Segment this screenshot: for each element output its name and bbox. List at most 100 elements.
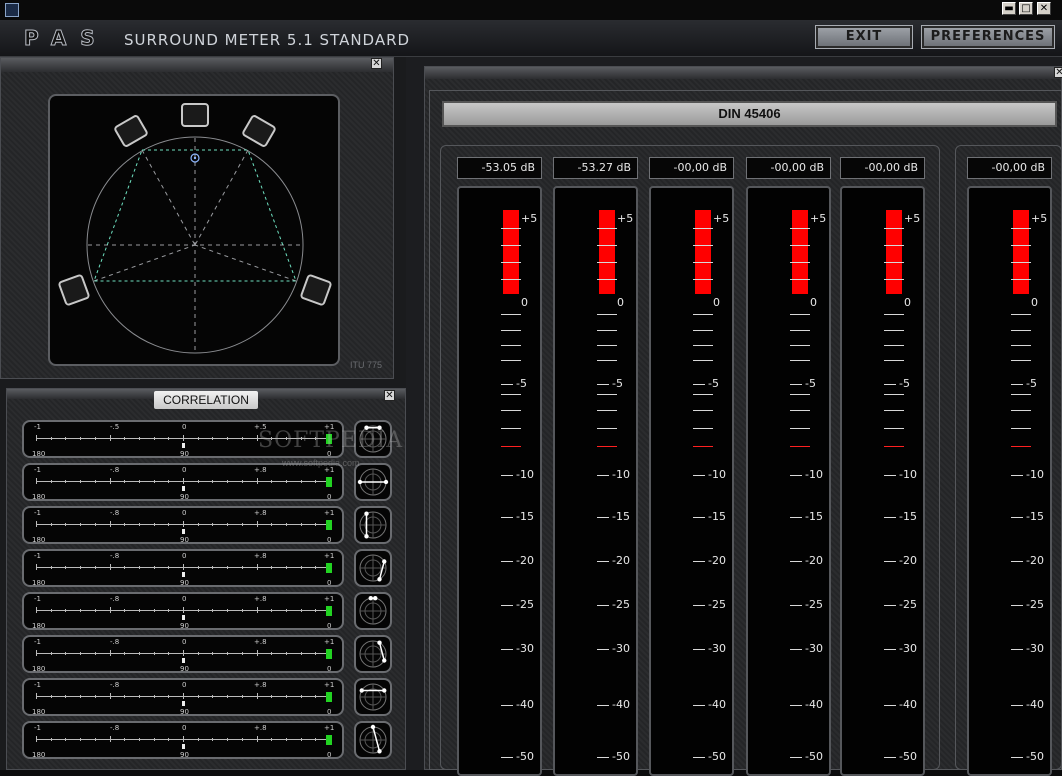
meter-major-tick xyxy=(1011,605,1023,606)
correlation-tick xyxy=(109,521,111,527)
meter-scale-label: -5 xyxy=(708,377,719,390)
meter-major-tick xyxy=(597,517,609,518)
channel-pair-icon[interactable] xyxy=(354,721,392,759)
meter-scale-label: 0 xyxy=(904,296,911,309)
correlation-scale-label: +.8 xyxy=(254,724,267,732)
correlation-tick xyxy=(168,694,170,698)
correlation-tick xyxy=(271,651,273,655)
meter-tick xyxy=(597,428,617,429)
correlation-scale-label: -1 xyxy=(34,466,41,474)
correlation-scale-label: 0 xyxy=(182,595,187,603)
channel-pair-icon[interactable] xyxy=(354,463,392,501)
correlation-tick xyxy=(212,565,214,569)
meter-tick xyxy=(790,345,810,346)
close-window-button[interactable]: ✕ xyxy=(1037,2,1051,15)
surround-panel-close-button[interactable]: ✕ xyxy=(371,58,382,69)
meter-tick xyxy=(597,314,617,315)
correlation-indicator xyxy=(326,692,332,702)
correlation-scale-label: 90 xyxy=(180,450,189,458)
correlation-tick xyxy=(80,522,82,526)
correlation-scale-label: 0 xyxy=(182,466,187,474)
correlation-scale-label: -.8 xyxy=(110,681,120,689)
correlation-tick xyxy=(80,479,82,483)
correlation-center-mark xyxy=(182,744,185,749)
channel-pair-diagram xyxy=(359,683,387,711)
correlation-tick xyxy=(241,694,243,698)
meter-major-tick xyxy=(884,561,896,562)
meter-scale-label: -30 xyxy=(899,642,917,655)
correlation-panel-close-button[interactable]: ✕ xyxy=(384,390,395,401)
correlation-scale-label: -.8 xyxy=(110,595,120,603)
channel-pair-icon[interactable] xyxy=(354,549,392,587)
meter-major-tick xyxy=(597,605,609,606)
correlation-tick xyxy=(212,608,214,612)
level-meter xyxy=(840,186,925,776)
meter-major-tick xyxy=(501,757,513,758)
correlation-tick xyxy=(80,608,82,612)
correlation-tick xyxy=(285,651,287,655)
exit-button[interactable]: EXIT xyxy=(815,25,913,49)
meter-tick xyxy=(597,330,617,331)
channel-pair-icon[interactable] xyxy=(354,506,392,544)
correlation-tick xyxy=(183,478,184,484)
meter-major-tick xyxy=(790,517,802,518)
meter-scale-label: -5 xyxy=(612,377,623,390)
correlation-tick xyxy=(212,737,214,741)
correlation-tick xyxy=(197,737,199,741)
meter-tick xyxy=(884,279,904,280)
correlation-tick xyxy=(168,522,170,526)
correlation-tick xyxy=(80,737,82,741)
correlation-center-mark xyxy=(182,615,185,620)
correlation-center-mark xyxy=(182,529,185,534)
meter-scale-label: -15 xyxy=(708,510,726,523)
correlation-tick xyxy=(212,479,214,483)
meter-major-tick xyxy=(501,705,513,706)
channel-pair-icon[interactable] xyxy=(354,592,392,630)
correlation-scale-label: +.8 xyxy=(254,509,267,517)
correlation-tick xyxy=(109,607,111,613)
correlation-tick xyxy=(138,651,140,655)
meter-tick xyxy=(884,330,904,331)
correlation-scale-label: 180 xyxy=(32,579,46,587)
meter-tick xyxy=(790,410,810,411)
correlation-tick xyxy=(153,694,155,698)
meter-tick xyxy=(693,262,713,263)
meter-tick xyxy=(693,330,713,331)
meter-tick xyxy=(790,330,810,331)
correlation-meter: -1 -.8 0 +.8 +1 180 90 0 xyxy=(22,721,344,759)
channel-pair-icon[interactable] xyxy=(354,635,392,673)
meter-scale-label: -30 xyxy=(612,642,630,655)
meter-tick xyxy=(597,262,617,263)
correlation-tick xyxy=(227,565,229,569)
meter-tick xyxy=(1011,360,1031,361)
correlation-scale-label: 180 xyxy=(32,450,46,458)
meters-panel-close-button[interactable]: ✕ xyxy=(1054,67,1062,78)
meter-tick xyxy=(1011,345,1031,346)
standard-selector[interactable]: DIN 45406 xyxy=(442,101,1057,127)
meter-major-tick xyxy=(790,475,802,476)
preferences-button[interactable]: PREFERENCES xyxy=(921,25,1055,49)
meter-scale-label: -40 xyxy=(612,698,630,711)
correlation-scale-label: 0 xyxy=(182,638,187,646)
meter-tick xyxy=(884,245,904,246)
over-level-bar xyxy=(792,210,808,294)
channel-pair-icon[interactable] xyxy=(354,678,392,716)
correlation-scale-label: +1 xyxy=(324,552,335,560)
meter-scale-label: 0 xyxy=(617,296,624,309)
meter-scale-label: -50 xyxy=(612,750,630,763)
app-icon[interactable] xyxy=(5,3,19,17)
meter-scale-label: -15 xyxy=(612,510,630,523)
meter-scale-label: -10 xyxy=(612,468,630,481)
minimize-button[interactable]: ▬ xyxy=(1002,2,1016,15)
correlation-tick xyxy=(168,608,170,612)
meter-tick xyxy=(501,279,521,280)
correlation-tick xyxy=(315,565,317,569)
maximize-button[interactable]: □ xyxy=(1019,2,1033,15)
meter-major-tick xyxy=(501,561,513,562)
correlation-tick xyxy=(227,737,229,741)
correlation-center-mark xyxy=(182,701,185,706)
correlation-tick xyxy=(109,564,111,570)
correlation-tick xyxy=(212,651,214,655)
meter-tick xyxy=(693,245,713,246)
correlation-tick xyxy=(212,694,214,698)
